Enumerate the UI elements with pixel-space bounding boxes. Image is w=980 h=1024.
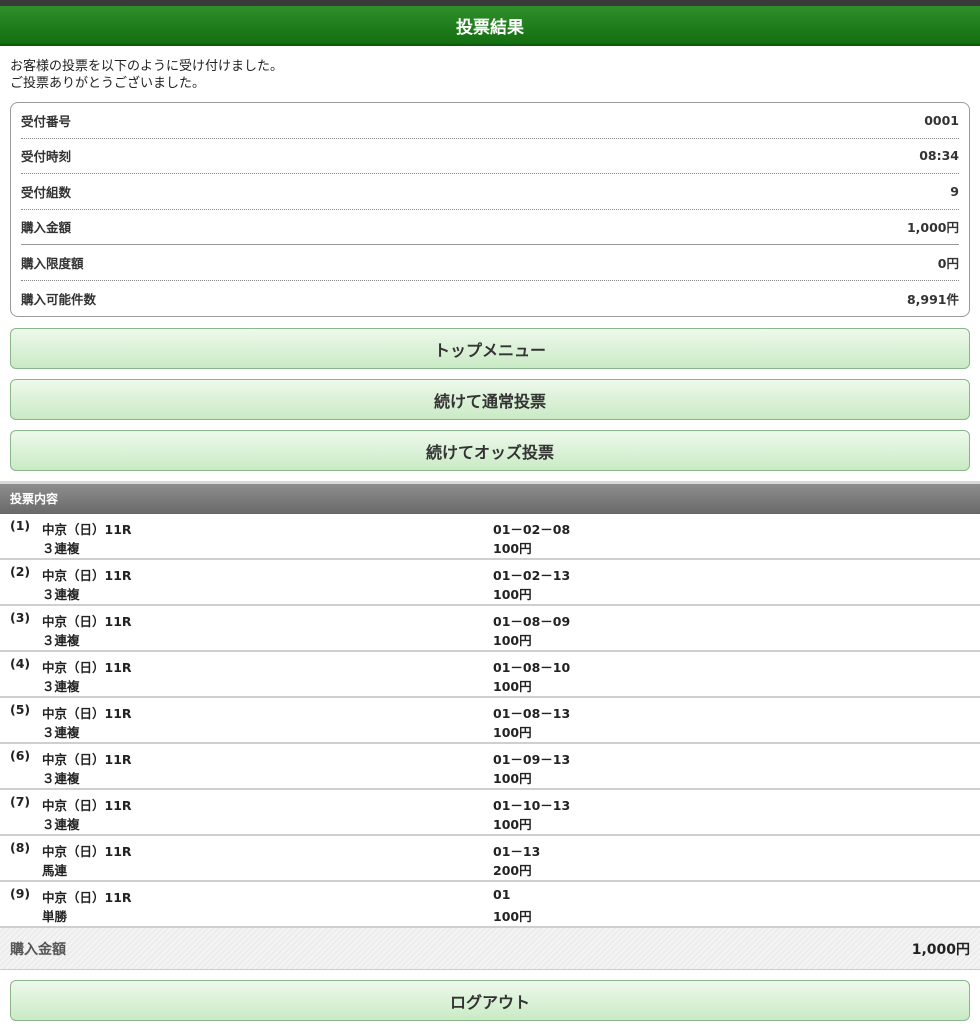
continue-odds-bet-button[interactable]: 続けてオッズ投票 [10, 430, 970, 471]
bet-race: 中京（日）11R [42, 752, 132, 767]
bet-combination: 01－08－10 [493, 660, 571, 675]
info-value: 08:34 [919, 148, 959, 164]
bet-number: (9) [10, 886, 31, 901]
bet-combination: 01 [493, 887, 511, 902]
info-row-receipt-time: 受付時刻 08:34 [21, 139, 959, 174]
bet-amount: 100円 [493, 679, 532, 694]
bet-type: ３連複 [42, 725, 80, 740]
bet-race: 中京（日）11R [42, 890, 132, 905]
page-header: 投票結果 [0, 6, 980, 46]
bet-combination: 01－08－09 [493, 614, 571, 629]
bet-amount: 100円 [493, 633, 532, 648]
total-value: 1,000円 [911, 941, 970, 958]
info-value: 9 [950, 183, 959, 199]
bet-row: (5) 中京（日）11R ３連複 01－08－13 100円 [0, 698, 980, 744]
info-value: 0001 [924, 112, 959, 128]
info-row-receipt-number: 受付番号 0001 [21, 103, 959, 139]
bet-row: (6) 中京（日）11R ３連複 01－09－13 100円 [0, 744, 980, 790]
bet-combination: 01－09－13 [493, 752, 571, 767]
bet-row: (9) 中京（日）11R 単勝 01 100円 [0, 882, 980, 928]
bet-combination: 01－08－13 [493, 706, 571, 721]
bet-details-header: 投票内容 [0, 481, 980, 513]
bet-race: 中京（日）11R [42, 568, 132, 583]
info-label: 購入可能件数 [21, 291, 97, 307]
info-row-receipt-count: 受付組数 9 [21, 174, 959, 210]
bet-amount: 100円 [493, 587, 532, 602]
bet-amount: 100円 [493, 817, 532, 832]
bet-type: ３連複 [42, 679, 80, 694]
info-label: 受付番号 [21, 113, 72, 129]
bet-number: (1) [10, 518, 31, 533]
continue-normal-bet-button[interactable]: 続けて通常投票 [10, 379, 970, 420]
bet-type: 単勝 [42, 909, 68, 924]
bet-race: 中京（日）11R [42, 614, 132, 629]
bet-row: (4) 中京（日）11R ３連複 01－08－10 100円 [0, 652, 980, 698]
bet-number: (7) [10, 794, 31, 809]
bet-number: (6) [10, 748, 31, 763]
bet-type: ３連複 [42, 633, 80, 648]
info-value: 8,991件 [906, 291, 959, 307]
info-row-purchasable-count: 購入可能件数 8,991件 [21, 281, 959, 317]
bet-number: (2) [10, 564, 31, 579]
bet-row: (3) 中京（日）11R ３連複 01－08－09 100円 [0, 606, 980, 652]
intro-line-2: ご投票ありがとうございました。 [10, 76, 206, 91]
bet-number: (8) [10, 840, 31, 855]
info-label: 購入金額 [21, 220, 72, 236]
top-menu-button[interactable]: トップメニュー [10, 328, 970, 369]
bet-race: 中京（日）11R [42, 844, 132, 859]
total-label: 購入金額 [10, 941, 66, 958]
bet-row: (8) 中京（日）11R 馬連 01－13 200円 [0, 836, 980, 882]
info-label: 受付時刻 [21, 149, 72, 165]
bet-combination: 01－02－08 [493, 522, 571, 537]
bet-type: 馬連 [42, 863, 68, 878]
info-value: 0円 [937, 255, 959, 271]
bet-combination: 01－10－13 [493, 798, 571, 813]
bet-combination: 01－02－13 [493, 568, 571, 583]
bet-race: 中京（日）11R [42, 706, 132, 721]
bet-list: (1) 中京（日）11R ３連複 01－02－08 100円 (2) 中京（日）… [0, 513, 980, 928]
page-title: 投票結果 [456, 17, 524, 38]
info-value: 1,000円 [906, 220, 959, 236]
info-row-purchase-limit: 購入限度額 0円 [21, 245, 959, 281]
bet-amount: 100円 [493, 725, 532, 740]
bet-number: (4) [10, 656, 31, 671]
info-label: 購入限度額 [21, 255, 84, 271]
bet-type: ３連複 [42, 817, 80, 832]
bet-row: (7) 中京（日）11R ３連複 01－10－13 100円 [0, 790, 980, 836]
bet-amount: 100円 [493, 909, 532, 924]
total-purchase-row: 購入金額 1,000円 [0, 928, 980, 970]
bet-amount: 100円 [493, 771, 532, 786]
bet-race: 中京（日）11R [42, 522, 132, 537]
info-row-purchase-amount: 購入金額 1,000円 [21, 210, 959, 245]
bet-number: (3) [10, 610, 31, 625]
bet-row: (2) 中京（日）11R ３連複 01－02－13 100円 [0, 560, 980, 606]
section-title: 投票内容 [10, 492, 59, 506]
bet-race: 中京（日）11R [42, 798, 132, 813]
bet-amount: 100円 [493, 541, 532, 556]
info-label: 受付組数 [21, 184, 72, 200]
logout-button[interactable]: ログアウト [10, 980, 970, 1021]
bet-type: ３連複 [42, 587, 80, 602]
bet-race: 中京（日）11R [42, 660, 132, 675]
bet-amount: 200円 [493, 863, 532, 878]
bet-row: (1) 中京（日）11R ３連複 01－02－08 100円 [0, 514, 980, 560]
receipt-info-box: 受付番号 0001 受付時刻 08:34 受付組数 9 購入金額 1,000円 … [10, 102, 970, 317]
bet-type: ３連複 [42, 771, 80, 786]
bet-type: ３連複 [42, 541, 80, 556]
intro-line-1: お客様の投票を以下のように受け付けました。 [10, 59, 284, 74]
intro-message: お客様の投票を以下のように受け付けました。 ご投票ありがとうございました。 [0, 46, 980, 92]
bet-number: (5) [10, 702, 31, 717]
bet-combination: 01－13 [493, 844, 541, 859]
